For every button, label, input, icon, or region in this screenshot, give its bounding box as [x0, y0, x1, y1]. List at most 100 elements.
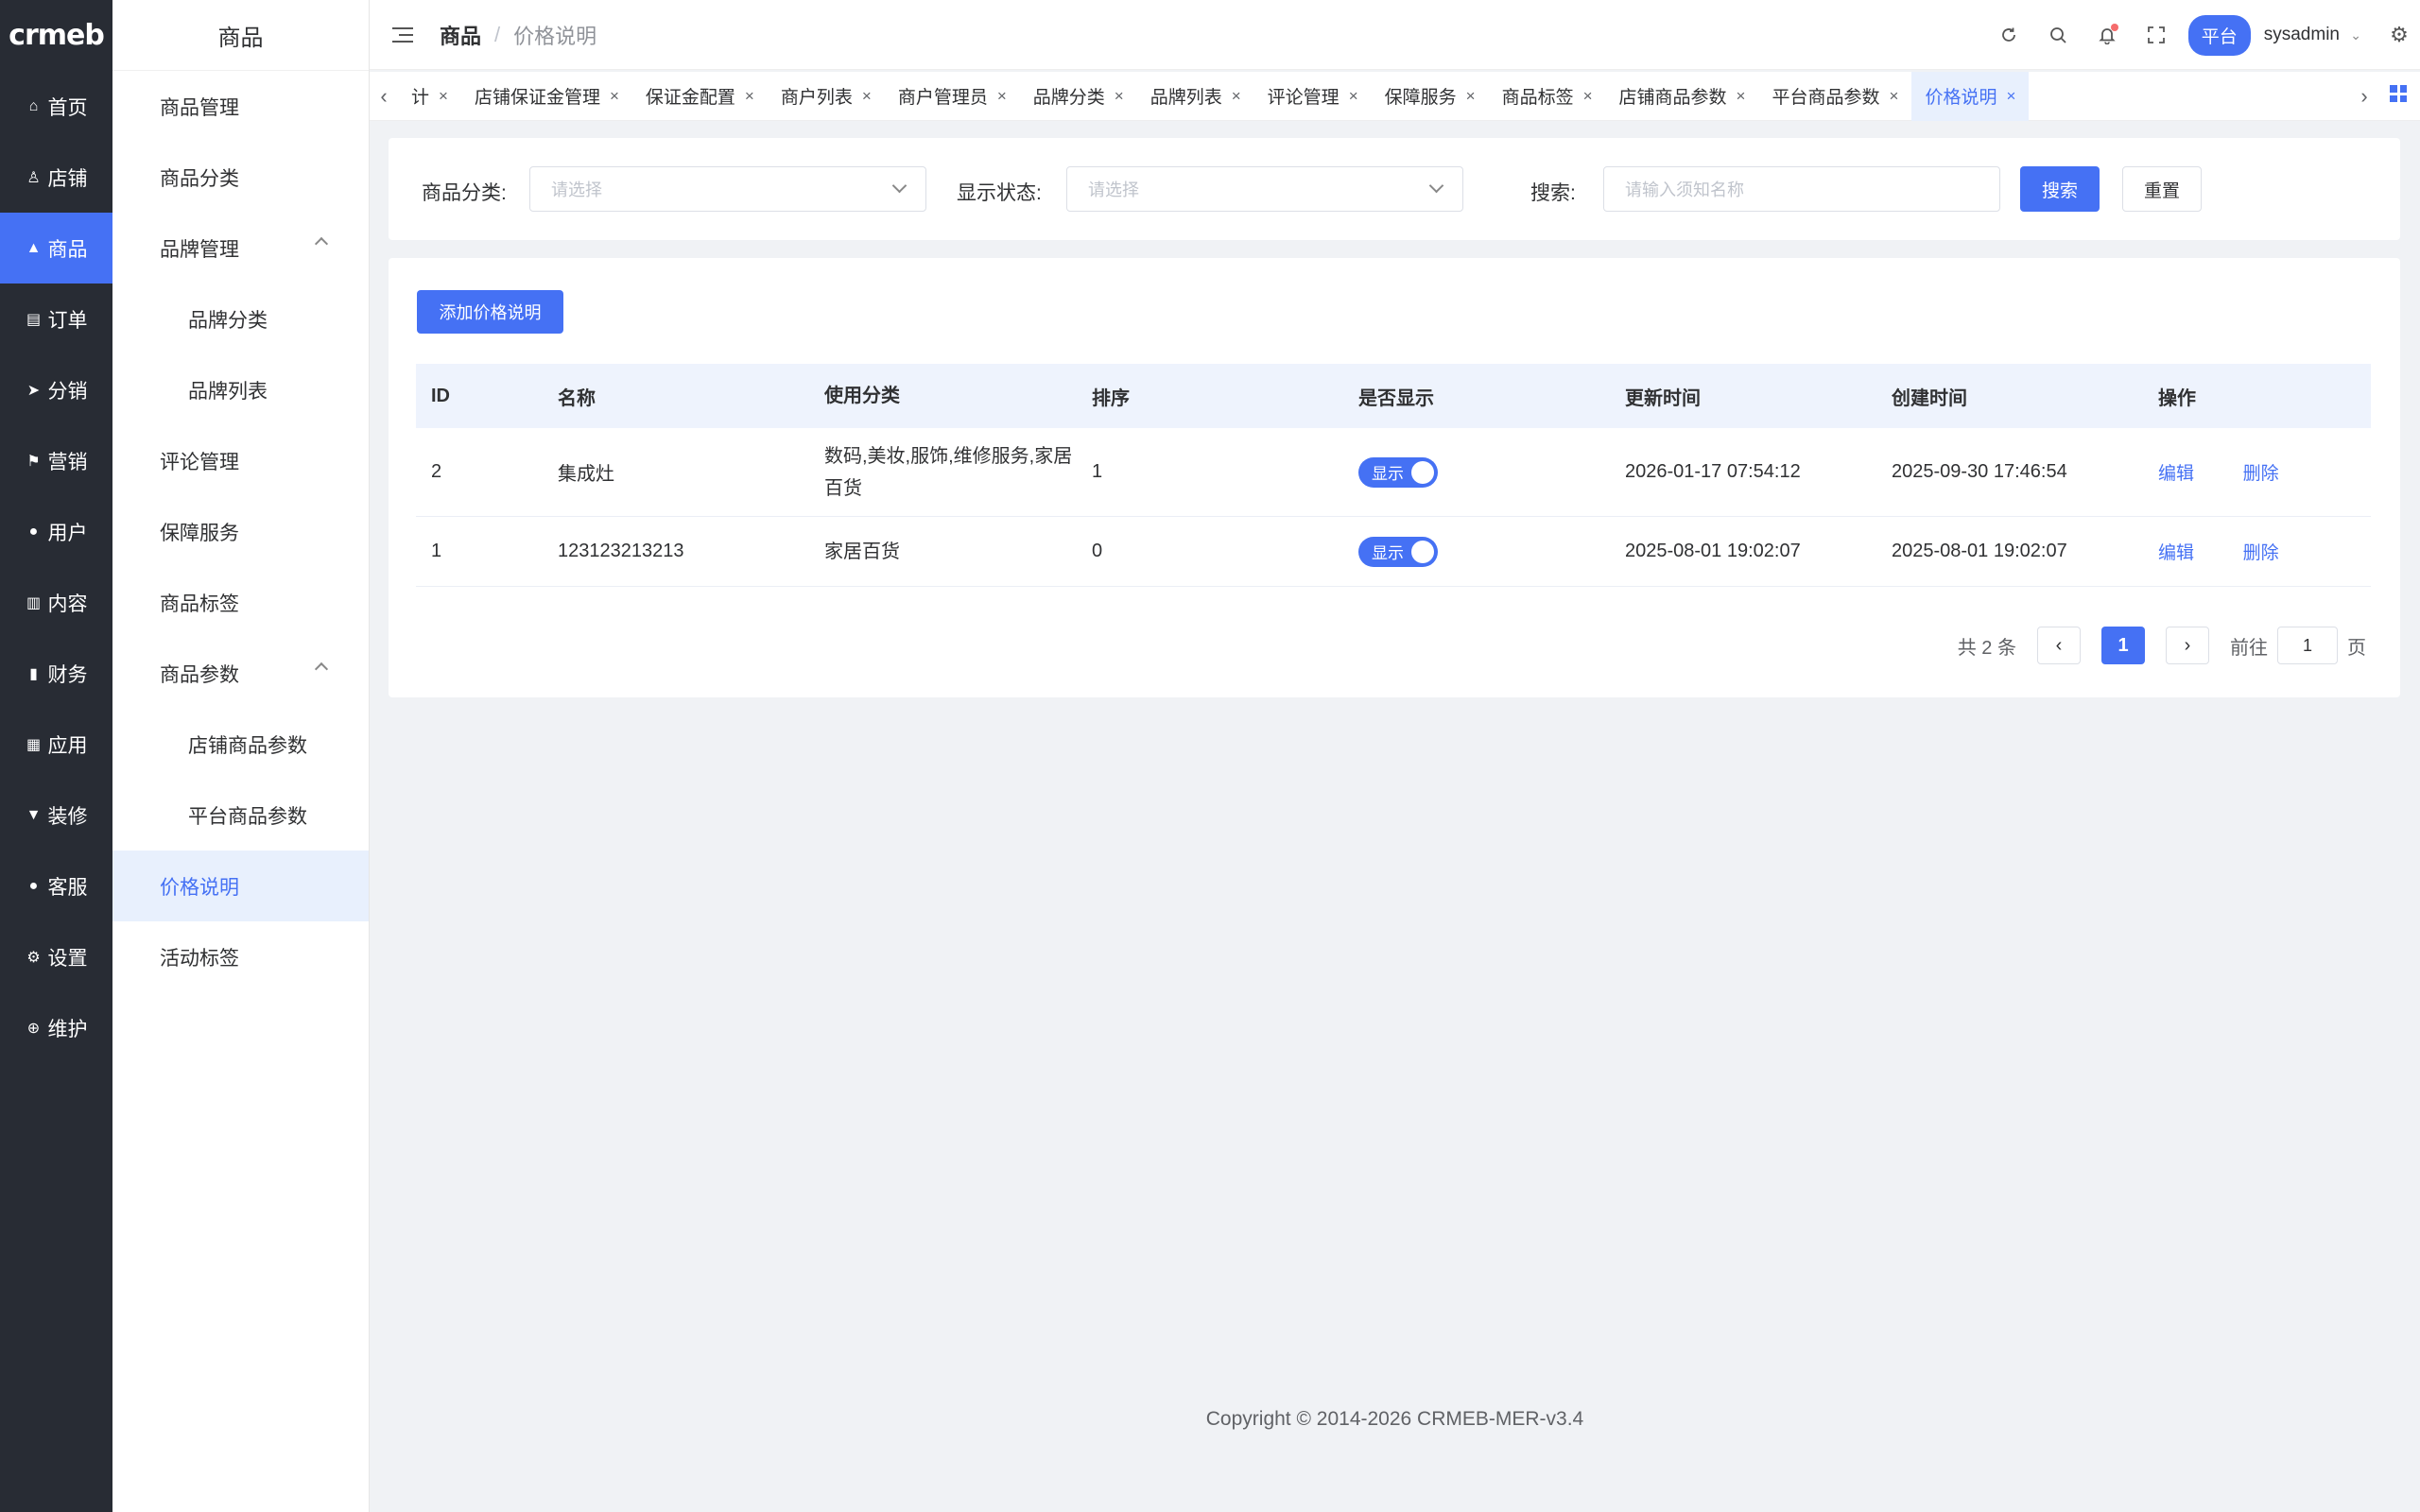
status-select[interactable]: 请选择 — [1066, 166, 1463, 212]
rail-item[interactable]: ♙ 店铺 — [0, 142, 112, 213]
rail-item[interactable]: ▥ 内容 — [0, 567, 112, 638]
bar-chart-icon: ▮ — [29, 665, 38, 682]
close-icon[interactable]: × — [2006, 87, 2015, 106]
tab[interactable]: 评论管理 × — [1254, 72, 1372, 121]
close-icon[interactable]: × — [439, 87, 448, 106]
chevron-up-icon — [314, 236, 329, 251]
tab[interactable]: 品牌分类 × — [1020, 72, 1137, 121]
close-icon[interactable]: × — [997, 87, 1007, 106]
cell-updated: 2026-01-17 07:54:12 — [1625, 461, 1801, 482]
store-icon: ♙ — [26, 169, 41, 186]
close-icon[interactable]: × — [1737, 87, 1746, 106]
submenu-item[interactable]: 店铺商品参数 — [112, 709, 369, 780]
collapse-menu-icon[interactable] — [392, 26, 413, 43]
rail-item-label: 营销 — [47, 451, 88, 473]
rail-item[interactable]: ▦ 应用 — [0, 709, 112, 780]
submenu-item[interactable]: 品牌列表 — [112, 354, 369, 425]
chevron-right-icon[interactable]: › — [2350, 84, 2378, 109]
rail-item-label: 客服 — [47, 876, 88, 899]
submenu-item[interactable]: 评论管理 — [112, 425, 369, 496]
platform-badge[interactable]: 平台 — [2187, 14, 2251, 56]
next-page-button[interactable]: › — [2166, 627, 2209, 664]
breadcrumb-root[interactable]: 商品 — [440, 20, 481, 50]
rail-item-label: 订单 — [47, 309, 88, 332]
submenu-item-label: 商品分类 — [160, 167, 239, 190]
close-icon[interactable]: × — [1349, 87, 1358, 106]
rail-item[interactable]: ⚙ 设置 — [0, 921, 112, 992]
submenu-item-label: 品牌列表 — [188, 380, 268, 403]
close-icon[interactable]: × — [862, 87, 872, 106]
cell-show: 显示 — [1358, 456, 1625, 488]
tab[interactable]: 商户管理员 × — [885, 72, 1020, 121]
delete-link[interactable]: 删除 — [2243, 543, 2279, 563]
bell-icon[interactable] — [2096, 24, 2118, 46]
rail-item[interactable]: ● 客服 — [0, 850, 112, 921]
close-icon[interactable]: × — [1115, 87, 1124, 106]
tab[interactable]: 商户列表 × — [768, 72, 885, 121]
rail-item[interactable]: ⊕ 维护 — [0, 992, 112, 1063]
tab-label: 评论管理 — [1267, 88, 1340, 108]
submenu-item[interactable]: 商品分类 — [112, 142, 369, 213]
settings-icon[interactable]: ⚙ — [2388, 23, 2411, 46]
delete-link[interactable]: 删除 — [2243, 464, 2279, 484]
rail-item[interactable]: ● 用户 — [0, 496, 112, 567]
submenu-item[interactable]: 活动标签 — [112, 921, 369, 992]
tab[interactable]: 价格说明 × — [1911, 71, 2030, 121]
show-toggle[interactable]: 显示 — [1358, 456, 1438, 488]
close-icon[interactable]: × — [1466, 87, 1476, 106]
tab[interactable]: 保证金配置 × — [632, 72, 768, 121]
close-icon[interactable]: × — [745, 87, 754, 106]
current-page-button[interactable]: 1 — [2101, 627, 2145, 664]
tab[interactable]: 商品标签 × — [1489, 72, 1606, 121]
tab[interactable]: 店铺保证金管理 × — [461, 72, 632, 121]
rail-item[interactable]: ➤ 分销 — [0, 354, 112, 425]
cell-created: 2025-09-30 17:46:54 — [1892, 461, 2067, 482]
rail-item[interactable]: ▲ 商品 — [0, 213, 112, 284]
rail-item[interactable]: ⌂ 首页 — [0, 71, 112, 142]
tab[interactable]: 品牌列表 × — [1137, 72, 1254, 121]
submenu-item[interactable]: 平台商品参数 — [112, 780, 369, 850]
close-icon[interactable]: × — [1583, 87, 1593, 106]
edit-link[interactable]: 编辑 — [2158, 464, 2194, 484]
submenu-item[interactable]: 价格说明 — [112, 850, 369, 921]
tab-label: 店铺商品参数 — [1618, 88, 1727, 108]
add-price-note-button[interactable]: 添加价格说明 — [417, 290, 563, 334]
chevron-down-icon — [1428, 178, 1444, 194]
edit-link[interactable]: 编辑 — [2158, 543, 2194, 563]
search-icon[interactable] — [2047, 24, 2069, 46]
rail-item-label: 内容 — [47, 593, 88, 615]
close-icon[interactable]: × — [1890, 87, 1899, 106]
category-filter-label: 商品分类: — [422, 182, 507, 204]
goto-page-input[interactable]: 1 — [2277, 627, 2338, 664]
tab[interactable]: 平台商品参数 × — [1758, 72, 1911, 121]
submenu-item[interactable]: 商品管理 — [112, 71, 369, 142]
rail-item[interactable]: ⚑ 营销 — [0, 425, 112, 496]
submenu-item[interactable]: 保障服务 — [112, 496, 369, 567]
close-icon[interactable]: × — [1232, 87, 1241, 106]
submenu-item[interactable]: 商品参数 — [112, 638, 369, 709]
user-menu[interactable]: sysadmin ⌄ — [2264, 25, 2361, 45]
submenu-item[interactable]: 品牌管理 — [112, 213, 369, 284]
tab[interactable]: 计 × — [398, 72, 461, 121]
chevron-left-icon[interactable]: ‹ — [370, 84, 398, 109]
category-select[interactable]: 请选择 — [529, 166, 926, 212]
submenu-item[interactable]: 商品标签 — [112, 567, 369, 638]
tab[interactable]: 店铺商品参数 × — [1606, 72, 1759, 121]
rail-item[interactable]: ▮ 财务 — [0, 638, 112, 709]
rail-item[interactable]: ▤ 订单 — [0, 284, 112, 354]
close-icon[interactable]: × — [610, 87, 619, 106]
submenu-item[interactable]: 品牌分类 — [112, 284, 369, 354]
show-toggle[interactable]: 显示 — [1358, 536, 1438, 567]
search-button[interactable]: 搜索 — [2020, 166, 2100, 212]
submenu-title: 商品 — [112, 0, 369, 71]
fullscreen-icon[interactable] — [2145, 24, 2168, 46]
search-input[interactable]: 请输入须知名称 — [1603, 166, 2000, 212]
tab[interactable]: 保障服务 × — [1372, 72, 1489, 121]
refresh-icon[interactable] — [1997, 24, 2020, 46]
crmeb-logo[interactable]: crmeb — [0, 0, 112, 71]
prev-page-button[interactable]: ‹ — [2037, 627, 2081, 664]
rail-item[interactable]: ▼ 装修 — [0, 780, 112, 850]
reset-button[interactable]: 重置 — [2122, 166, 2202, 212]
tabs-menu-icon[interactable] — [2390, 85, 2407, 102]
cell-id: 1 — [431, 541, 442, 561]
